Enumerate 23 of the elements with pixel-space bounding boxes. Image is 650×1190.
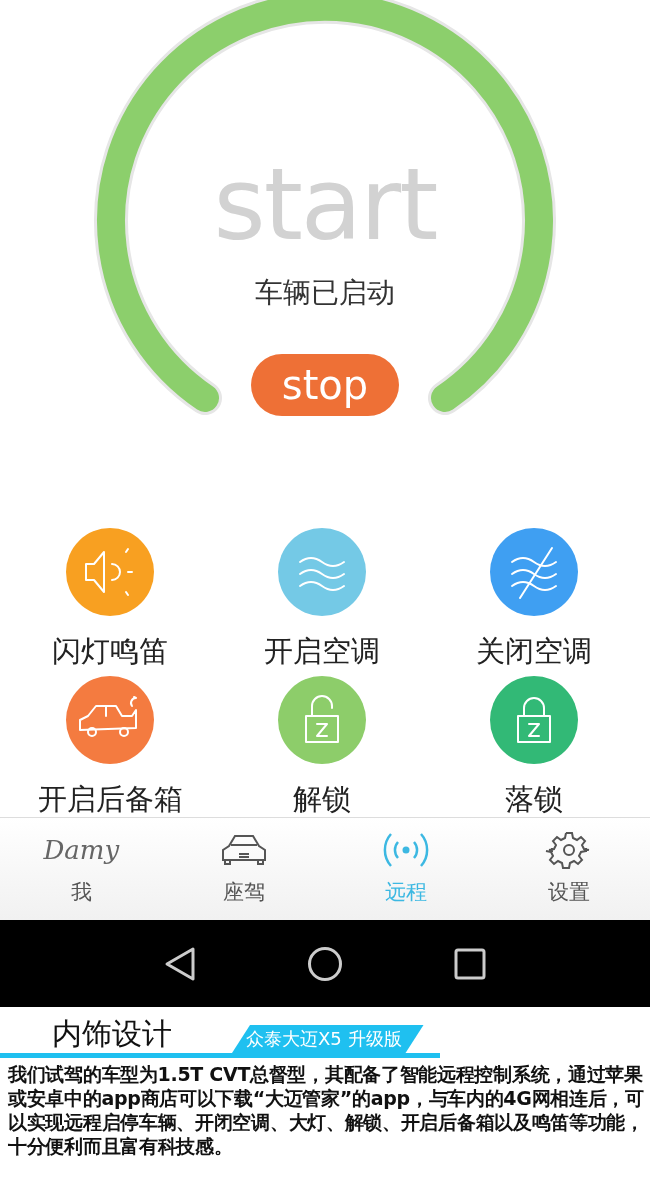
action-label: 落锁 xyxy=(505,781,563,816)
section-heading: 内饰设计 xyxy=(52,1015,172,1053)
tag: 众泰大迈X5 升级版 xyxy=(232,1025,424,1053)
logo: Damy xyxy=(43,834,120,867)
action-label: 解锁 xyxy=(293,781,351,816)
tab[interactable]: 设置 xyxy=(487,818,650,920)
recents-icon[interactable] xyxy=(453,946,487,981)
tab[interactable]: Damy 我 xyxy=(0,818,163,920)
home-icon[interactable] xyxy=(307,945,343,982)
action-label: 关闭空调 xyxy=(476,634,592,668)
waves-icon[interactable] xyxy=(278,528,366,616)
action-label: 开启后备箱 xyxy=(37,781,183,816)
status-text: 车辆已启动 xyxy=(255,275,395,311)
back-icon[interactable] xyxy=(163,945,197,982)
waves-off-icon[interactable] xyxy=(490,528,578,616)
action-label: 开启空调 xyxy=(264,634,380,668)
lock-icon[interactable] xyxy=(490,675,578,764)
tab[interactable]: 座驾 xyxy=(162,818,325,920)
unlock-icon[interactable] xyxy=(278,675,366,764)
action-label: 闪灯鸣笛 xyxy=(52,634,168,668)
speaker-icon[interactable] xyxy=(66,528,154,616)
car-trunk-icon[interactable] xyxy=(66,675,154,764)
article-paragraph: 我们试驾的车型为1.5T CVT总督型，其配备了智能远程控制系统，通过苹果或安卓中的app商店可以下载“大迈管家”的app，与车内的4G网相连后，可以实现远程启停车辆、开闭空调、大灯、解锁、开启后备箱以及鸣笛等功能，十分便利而且富有科技感。 xyxy=(7,1062,645,1158)
